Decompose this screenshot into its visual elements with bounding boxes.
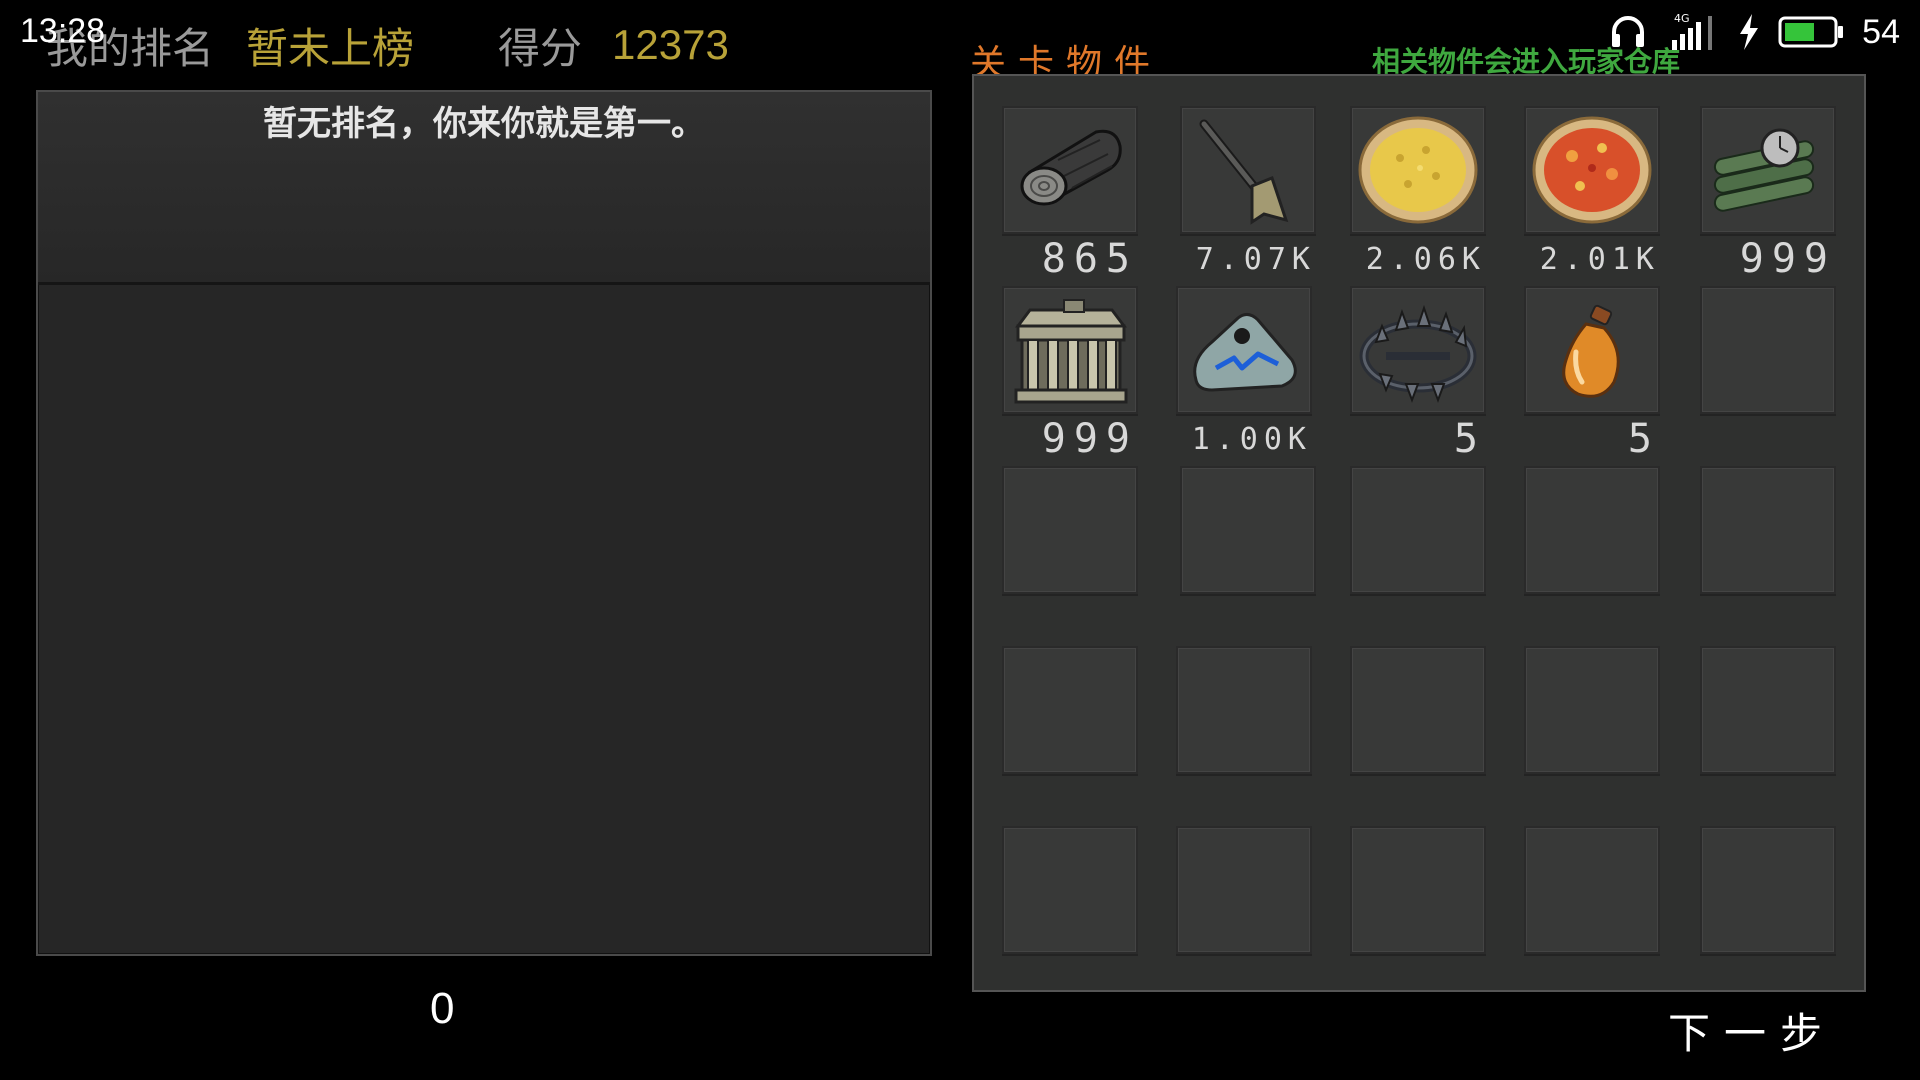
item-slot-empty[interactable] <box>1700 646 1836 774</box>
leaderboard-count: 0 <box>430 984 455 1033</box>
item-slot-empty[interactable] <box>1700 286 1836 414</box>
battery-icon <box>1778 14 1844 50</box>
item-slot-empty[interactable] <box>1350 646 1486 774</box>
battery-level: 54 <box>1862 12 1900 51</box>
item-slot-empty[interactable] <box>1700 826 1836 954</box>
item-slot-empty[interactable] <box>1524 646 1660 774</box>
item-qty-tomato-pizza: 2.01K <box>1539 242 1660 277</box>
item-qty-log: 865 <box>1041 236 1138 282</box>
item-slot-empty[interactable] <box>1350 826 1486 954</box>
score-value: 12373 <box>612 21 729 68</box>
item-slot-rune-stone[interactable] <box>1176 286 1312 414</box>
item-slot-empty[interactable] <box>1002 826 1138 954</box>
level-items-panel: 865 7.07K 2.06K 2.01K 999 999 1.00K 5 5 <box>972 74 1866 992</box>
item-qty-potion: 5 <box>1627 416 1660 462</box>
item-slot-potion[interactable] <box>1524 286 1660 414</box>
item-slot-empty[interactable] <box>1176 646 1312 774</box>
item-qty-bear-trap: 5 <box>1453 416 1486 462</box>
leaderboard-panel[interactable]: 暂无排名，你来你就是第一。 <box>36 90 932 956</box>
item-qty-rune-stone: 1.00K <box>1191 422 1312 457</box>
tomato-pizza-icon <box>1532 116 1652 224</box>
shovel-icon <box>1199 119 1289 225</box>
next-step-button[interactable]: 下一步 <box>1668 1000 1836 1061</box>
no-rank-message: 暂无排名，你来你就是第一。 <box>263 104 705 144</box>
leaderboard-header: 暂无排名，你来你就是第一。 <box>38 92 930 285</box>
my-rank-value: 暂未上榜 <box>246 23 415 73</box>
dynamite-timer-icon <box>1713 128 1815 212</box>
item-slot-log[interactable] <box>1002 106 1138 234</box>
network-type-label: 4G <box>1674 12 1690 25</box>
item-slot-stone-cage[interactable] <box>1002 286 1138 414</box>
item-slot-dynamite[interactable] <box>1700 106 1836 234</box>
item-qty-cheese-pizza: 2.06K <box>1365 242 1486 277</box>
cheese-pizza-icon <box>1358 116 1478 224</box>
status-time: 13:28 <box>20 12 106 50</box>
item-slot-empty[interactable] <box>1524 826 1660 954</box>
item-slot-shovel[interactable] <box>1180 106 1316 234</box>
item-slot-empty[interactable] <box>1180 466 1316 594</box>
item-slot-empty[interactable] <box>1350 466 1486 594</box>
item-slot-bear-trap[interactable] <box>1350 286 1486 414</box>
rank-score-row: 我的排名 暂未上榜 得分 12373 <box>46 20 729 73</box>
item-qty-stone-cage: 999 <box>1041 416 1138 462</box>
bear-trap-icon <box>1359 304 1477 403</box>
item-qty-shovel: 7.07K <box>1195 242 1316 277</box>
log-icon <box>1020 129 1122 206</box>
item-slot-empty[interactable] <box>1524 466 1660 594</box>
charging-bolt-icon <box>1738 14 1760 50</box>
score-label: 得分 <box>498 23 583 73</box>
item-slot-tomato-pizza[interactable] <box>1524 106 1660 234</box>
item-slot-cheese-pizza[interactable] <box>1350 106 1486 234</box>
item-slot-empty[interactable] <box>1700 466 1836 594</box>
item-slot-empty[interactable] <box>1176 826 1312 954</box>
stone-cage-icon <box>1014 299 1128 404</box>
rune-stone-icon <box>1193 313 1297 392</box>
item-slot-empty[interactable] <box>1002 466 1138 594</box>
item-qty-dynamite: 999 <box>1739 236 1836 282</box>
item-slot-empty[interactable] <box>1002 646 1138 774</box>
game-screen: 13:28 4G 54 我的排名 暂未上榜 得分 12373 暂无排名，你来你就… <box>0 0 1920 1080</box>
potion-bottle-icon <box>1562 304 1620 398</box>
